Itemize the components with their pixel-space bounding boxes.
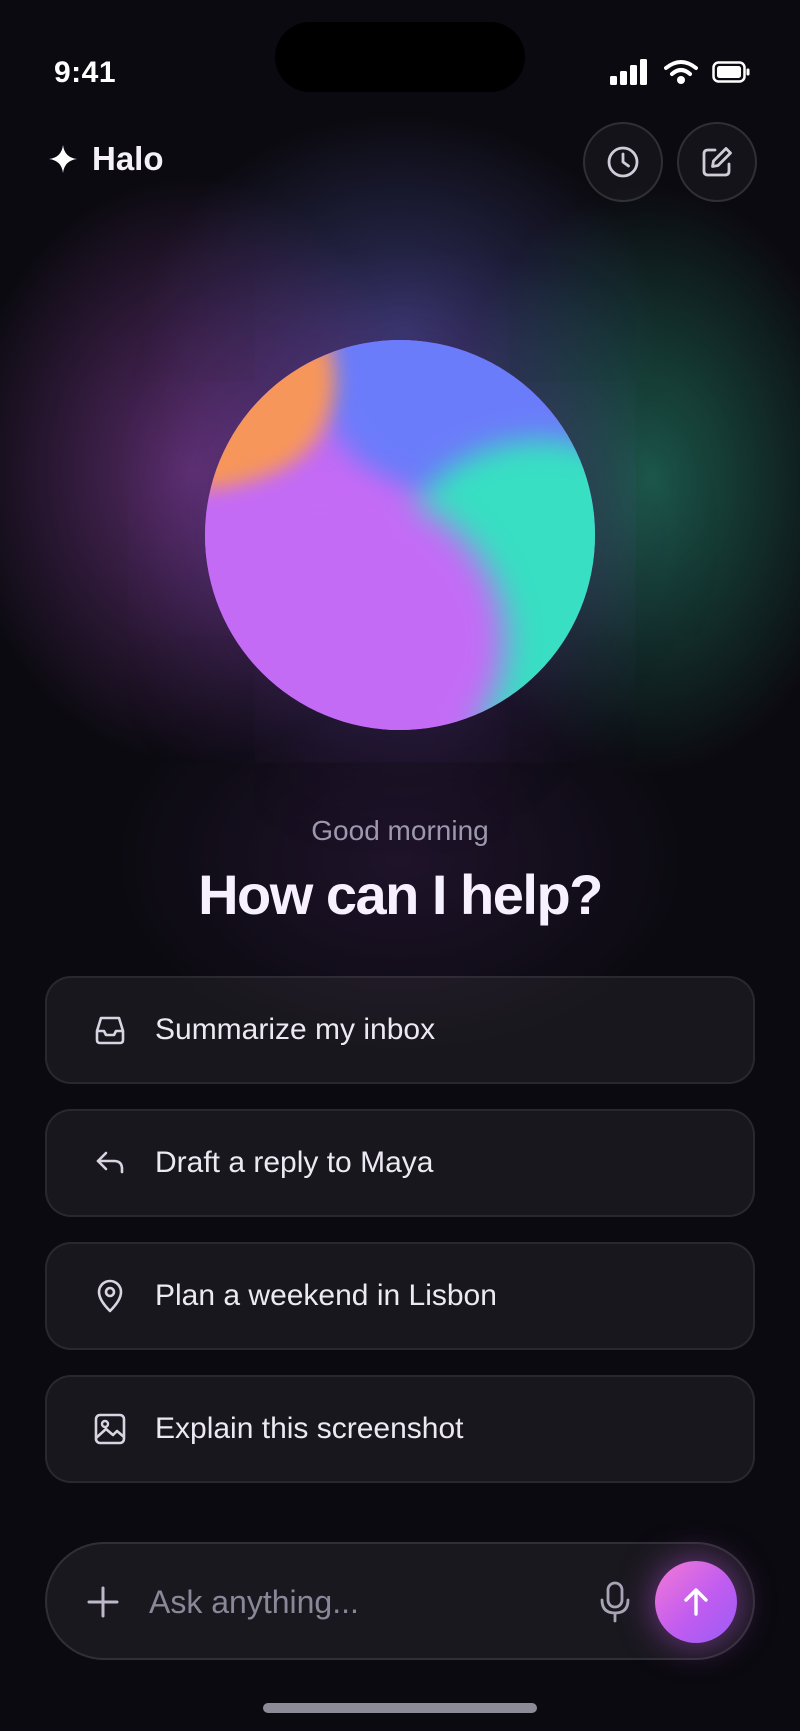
suggestion-label: Explain this screenshot (155, 1412, 464, 1445)
sparkle-icon (49, 145, 77, 173)
suggestion-explain-screenshot[interactable]: Explain this screenshot (45, 1375, 755, 1483)
suggestion-summarize-inbox[interactable]: Summarize my inbox (45, 976, 755, 1084)
suggestion-draft-reply[interactable]: Draft a reply to Maya (45, 1109, 755, 1217)
suggestion-label: Draft a reply to Maya (155, 1146, 434, 1179)
suggestion-label: Summarize my inbox (155, 1013, 436, 1046)
new-chat-button[interactable] (677, 122, 757, 202)
wifi-icon (664, 60, 698, 84)
microphone-icon[interactable] (595, 1580, 635, 1624)
message-composer (45, 1542, 755, 1660)
brand: Halo (48, 140, 164, 178)
app-name: Halo (92, 140, 164, 177)
prompt-input[interactable] (147, 1566, 531, 1638)
app-header: Halo (0, 120, 800, 202)
home-indicator[interactable] (263, 1703, 537, 1713)
plus-icon[interactable] (83, 1582, 123, 1622)
orb-orange-region (205, 340, 335, 490)
assistant-orb (205, 340, 595, 730)
suggestion-list: Summarize my inbox Draft a reply to Maya… (45, 976, 755, 1508)
location-pin-icon (87, 1273, 133, 1319)
suggestion-label: Plan a weekend in Lisbon (155, 1279, 497, 1312)
headline: How can I help? (198, 863, 603, 926)
status-bar: 9:41 (0, 0, 800, 100)
suggestion-plan-weekend[interactable]: Plan a weekend in Lisbon (45, 1242, 755, 1350)
clock-icon (607, 146, 639, 178)
reply-icon (87, 1140, 133, 1186)
battery-icon (712, 61, 750, 83)
cellular-signal-icon (610, 59, 647, 85)
status-icons (610, 58, 750, 86)
status-time: 9:41 (54, 56, 117, 89)
greeting-text: Good morning (311, 815, 489, 846)
send-button[interactable] (655, 1561, 737, 1643)
arrow-up-icon (684, 1588, 708, 1616)
inbox-icon (87, 1007, 133, 1053)
image-icon (87, 1406, 133, 1452)
compose-icon (702, 147, 732, 177)
history-button[interactable] (583, 122, 663, 202)
dynamic-island (275, 22, 525, 92)
